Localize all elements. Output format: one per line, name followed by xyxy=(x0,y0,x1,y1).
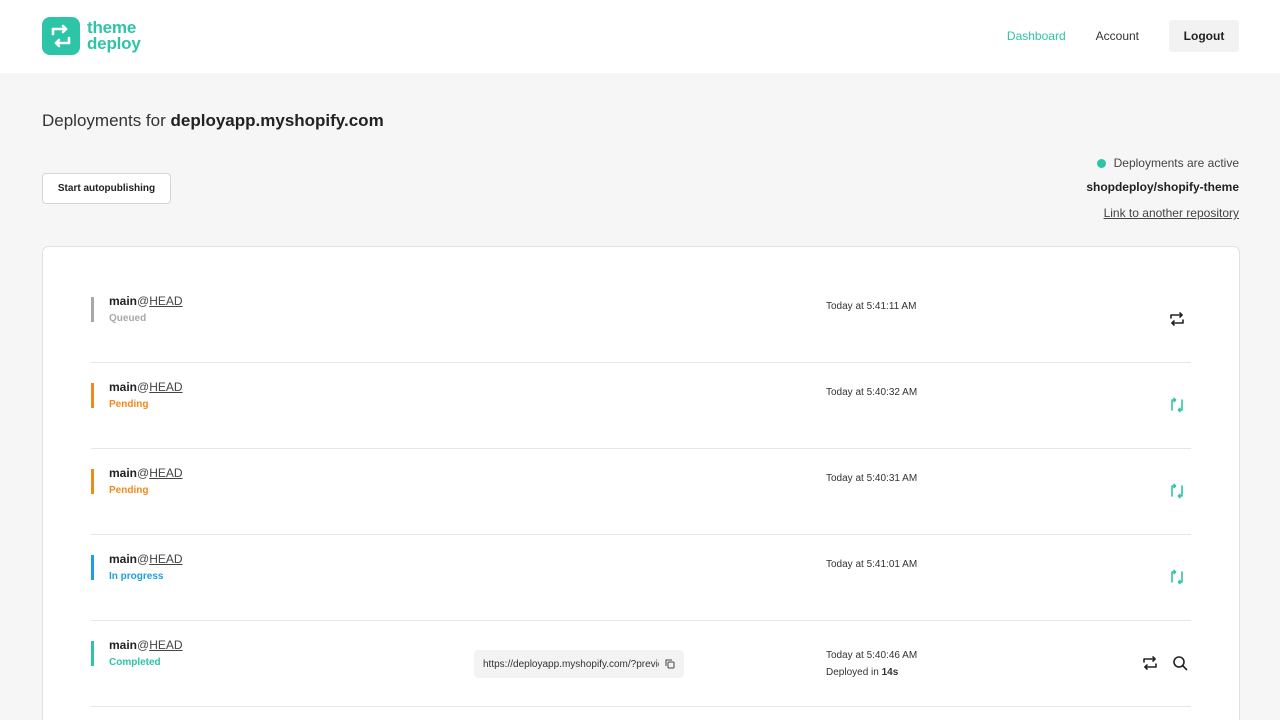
brand-logo[interactable]: theme deploy xyxy=(42,17,141,55)
status-indicator-bar xyxy=(91,297,94,322)
deployment-status: In progress xyxy=(109,571,164,582)
top-navigation-bar: theme deploy Dashboard Account Logout xyxy=(0,0,1280,73)
duration-value: 14s xyxy=(881,667,899,678)
logout-button[interactable]: Logout xyxy=(1169,20,1239,52)
deployment-row: main@HEAD Queued Today at 5:41:11 AM xyxy=(91,277,1191,363)
deployment-ref: main@HEAD xyxy=(109,638,183,652)
ref-separator: @ xyxy=(137,380,150,394)
deployment-status: Queued xyxy=(109,313,147,324)
deployment-row: main@HEAD Pending Today at 5:40:31 AM xyxy=(91,449,1191,535)
status-indicator-bar xyxy=(91,555,94,580)
deployment-ref: main@HEAD xyxy=(109,380,183,394)
ref-separator: @ xyxy=(137,294,150,308)
deployment-time: Today at 5:41:11 AM xyxy=(826,301,917,312)
redeploy-icon[interactable] xyxy=(1141,654,1159,672)
link-repository-link[interactable]: Link to another repository xyxy=(1104,206,1239,220)
page-title: Deployments for deployapp.myshopify.com xyxy=(42,111,384,131)
deployments-list: main@HEAD Queued Today at 5:41:11 AM mai… xyxy=(42,246,1240,720)
active-status-text: Deployments are active xyxy=(1113,156,1239,170)
logo-icon xyxy=(42,17,80,55)
deployment-ref: main@HEAD xyxy=(109,294,183,308)
page-title-prefix: Deployments for xyxy=(42,111,166,130)
preview-url-field[interactable]: https://deployapp.myshopify.com/?preview… xyxy=(474,650,684,678)
nav-dashboard-link[interactable]: Dashboard xyxy=(1007,29,1066,43)
store-domain: deployapp.myshopify.com xyxy=(170,111,384,130)
deployment-status: Pending xyxy=(109,399,149,410)
branch-name: main xyxy=(109,466,138,480)
status-indicator-bar xyxy=(91,469,94,494)
deployment-ref: main@HEAD xyxy=(109,552,183,566)
deployment-time: Today at 5:40:32 AM xyxy=(826,387,918,398)
ref-separator: @ xyxy=(137,466,150,480)
deployment-row: main@HEAD Pending Today at 5:40:32 AM xyxy=(91,363,1191,449)
commit-ref-link[interactable]: HEAD xyxy=(149,294,182,308)
commit-ref-link[interactable]: HEAD xyxy=(149,552,182,566)
repository-name: shopdeploy/shopify-theme xyxy=(1086,180,1239,194)
active-status: Deployments are active xyxy=(1086,155,1239,171)
deployment-time: Today at 5:40:31 AM xyxy=(826,473,918,484)
branch-name: main xyxy=(109,638,138,652)
sync-icon[interactable] xyxy=(1168,482,1186,500)
deployment-duration: Deployed in 14s xyxy=(826,667,898,678)
commit-ref-link[interactable]: HEAD xyxy=(149,466,182,480)
search-icon[interactable] xyxy=(1171,654,1189,672)
deployment-status-panel: Deployments are active shopdeploy/shopif… xyxy=(1086,155,1239,222)
deployment-ref: main@HEAD xyxy=(109,466,183,480)
logo-text-line2: deploy xyxy=(87,34,141,53)
branch-name: main xyxy=(109,552,138,566)
preview-url-text: https://deployapp.myshopify.com/?preview… xyxy=(483,658,659,670)
active-status-dot-icon xyxy=(1096,158,1106,168)
deployment-status: Completed xyxy=(109,657,161,668)
main-nav: Dashboard Account Logout xyxy=(1007,20,1239,52)
deployment-row: main@HEAD Completed https://deployapp.my… xyxy=(91,621,1191,707)
ref-separator: @ xyxy=(137,638,150,652)
status-indicator-bar xyxy=(91,641,94,666)
branch-name: main xyxy=(109,294,138,308)
nav-account-link[interactable]: Account xyxy=(1096,29,1139,43)
deployment-time: Today at 5:41:01 AM xyxy=(826,559,918,570)
sync-icon[interactable] xyxy=(1168,568,1186,586)
branch-name: main xyxy=(109,380,138,394)
copy-icon[interactable] xyxy=(665,659,675,669)
deployment-row: main@HEAD In progress Today at 5:41:01 A… xyxy=(91,535,1191,621)
commit-ref-link[interactable]: HEAD xyxy=(149,380,182,394)
redeploy-icon[interactable] xyxy=(1168,310,1186,328)
deployment-time: Today at 5:40:46 AM xyxy=(826,650,918,661)
ref-separator: @ xyxy=(137,552,150,566)
status-indicator-bar xyxy=(91,383,94,408)
start-autopublishing-button[interactable]: Start autopublishing xyxy=(42,173,171,204)
sync-icon[interactable] xyxy=(1168,396,1186,414)
deployment-status: Pending xyxy=(109,485,149,496)
logo-wordmark: theme deploy xyxy=(87,19,141,53)
commit-ref-link[interactable]: HEAD xyxy=(149,638,182,652)
duration-prefix: Deployed in xyxy=(826,667,879,678)
